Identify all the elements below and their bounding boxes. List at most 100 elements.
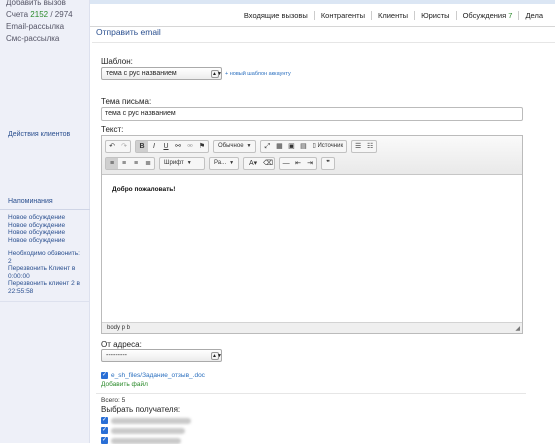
chevron-down-icon: ▲▼ (211, 70, 222, 78)
source-label: Источник (317, 143, 344, 149)
accounts-total: 2974 (54, 10, 73, 19)
tab-counterparties[interactable]: Контрагенты (313, 11, 371, 20)
reminder-item[interactable]: Новое обсуждение (8, 229, 82, 237)
from-select-value: --------- (106, 352, 127, 359)
tab-incoming-calls[interactable]: Входящие вызовы (238, 11, 314, 20)
image-icon[interactable]: ▣ (285, 141, 297, 152)
maximize-icon[interactable]: ⤢ (261, 141, 273, 152)
tab-clients[interactable]: Клиенты (370, 11, 414, 20)
source-doc-icon: ▯ (312, 143, 316, 149)
reminders-panel: Напоминания Новое обсуждение Новое обсуж… (0, 198, 90, 302)
format-combo[interactable]: Обычное ▼ (213, 140, 257, 153)
sidebar-divider (0, 301, 90, 302)
color-group: A▾ ⌫ (243, 157, 276, 170)
callback-item[interactable]: Перезвонить Клиент в 0:00:00 (8, 265, 82, 280)
template-select[interactable]: тема с рус названием ▲▼ (101, 67, 222, 80)
callback-time: 22:55:58 (8, 287, 34, 295)
resize-handle-icon[interactable]: ◢ (515, 324, 520, 334)
total-count: Всего: 5 (101, 397, 126, 404)
reminder-item[interactable]: Новое обсуждение (8, 222, 82, 230)
from-select[interactable]: --------- ▲▼ (101, 349, 222, 362)
callback-item[interactable]: Перезвонить клиент 2 в 22:55:58 (8, 280, 82, 295)
bold-icon[interactable]: B (136, 141, 148, 152)
add-file-link[interactable]: Добавить файл (101, 381, 148, 388)
recipient-checkbox[interactable]: ✓ (101, 427, 108, 434)
anchor-flag-icon[interactable]: ⚑ (196, 141, 208, 152)
remove-format-icon[interactable]: ⌫ (262, 158, 274, 169)
page-title: Отправить email (96, 27, 161, 37)
template-select-value: тема с рус названием (106, 70, 177, 77)
callback-line: Перезвонить клиент 2 в (8, 280, 80, 287)
sidebar: Добавить вызов Счета 2152 / 2974 Email-р… (0, 0, 90, 443)
chevron-down-icon: ▲▼ (211, 352, 222, 360)
editor-status-bar: body p b ◢ (102, 322, 522, 333)
align-right-icon[interactable]: ≡ (130, 158, 142, 169)
tab-discussions-label: Обсуждения (462, 11, 507, 20)
horizontal-rule-icon[interactable]: — (280, 158, 292, 169)
source-button[interactable]: ▯ Источник (309, 141, 346, 152)
redo-icon[interactable]: ↷ (118, 141, 130, 152)
bulleted-list-icon[interactable]: ☷ (364, 141, 376, 152)
editor-toolbar: ↶ ↷ B I U ⚯ ⚮ ⚑ Обычное ▼ ⤢ ▦ ▣ ▤ ▯ Источ… (102, 136, 522, 175)
new-template-link[interactable]: + новый шаблон аккаунту (225, 71, 291, 77)
toolbar-row-2: ≡ ≡ ≡ ≣ Шрифт ▼ Ра... ▼ A▾ ⌫ — ⇤ ⇥ ❞ (105, 157, 339, 170)
reminder-item[interactable]: Новое обсуждение (8, 237, 82, 245)
rich-text-editor: ↶ ↷ B I U ⚯ ⚮ ⚑ Обычное ▼ ⤢ ▦ ▣ ▤ ▯ Источ… (101, 135, 523, 334)
choose-recipients-label: Выбрать получателя: (101, 405, 181, 414)
template-icon[interactable]: ▤ (297, 141, 309, 152)
underline-icon[interactable]: U (160, 141, 172, 152)
recipient-email-redacted (111, 428, 185, 434)
align-center-icon[interactable]: ≡ (118, 158, 130, 169)
font-combo-label: Шрифт (164, 160, 184, 166)
undo-icon[interactable]: ↶ (106, 141, 118, 152)
discussions-count-badge: 7 (508, 11, 513, 20)
sms-mailing-link[interactable]: Смс-рассылка (6, 33, 83, 45)
text-label: Текст: (101, 125, 124, 134)
text-color-icon[interactable]: A▾ (244, 158, 262, 169)
attached-file-link[interactable]: e_sh_files/Задание_отзыв_.doc (111, 372, 205, 379)
template-label: Шаблон: (101, 57, 133, 66)
italic-icon[interactable]: I (148, 141, 160, 152)
recipient-checkbox[interactable]: ✓ (101, 417, 108, 424)
email-mailing-link[interactable]: Email-рассылка (6, 21, 83, 33)
tab-discussions[interactable]: Обсуждения 7 (455, 11, 519, 20)
size-combo[interactable]: Ра... ▼ (209, 157, 240, 170)
editor-body[interactable]: Добро пожаловать! (102, 176, 522, 322)
recipient-email-redacted (111, 418, 191, 424)
subject-label: Тема письма: (101, 97, 152, 106)
add-call-link[interactable]: Добавить вызов (6, 0, 83, 9)
outdent-icon[interactable]: ⇤ (292, 158, 304, 169)
accounts-current: 2152 (30, 10, 49, 19)
tab-cases[interactable]: Дела (518, 11, 549, 20)
accounts-link[interactable]: Счета 2152 / 2974 (6, 9, 83, 21)
need-call-text: Необходимо обзвонить: 2 (8, 250, 80, 265)
indent-icon[interactable]: ⇥ (304, 158, 316, 169)
unlink-icon[interactable]: ⚮ (184, 141, 196, 152)
align-group: ≡ ≡ ≡ ≣ (105, 157, 155, 170)
subject-input[interactable]: тема с рус названием (101, 107, 523, 121)
numbered-list-icon[interactable]: ☰ (352, 141, 364, 152)
tab-lawyers[interactable]: Юристы (414, 11, 456, 20)
chevron-down-icon: ▼ (246, 143, 252, 149)
reminders-title[interactable]: Напоминания (0, 198, 90, 210)
format-combo-label: Обычное (218, 143, 244, 149)
file-checkbox[interactable]: ✓ (101, 372, 108, 379)
element-path: body p b (107, 325, 131, 331)
quote-group: ❞ (321, 157, 336, 170)
recipients-divider (96, 393, 526, 394)
history-group: ↶ ↷ (105, 140, 131, 153)
accounts-label: Счета (6, 10, 29, 19)
client-actions-link[interactable]: Действия клиентов (8, 131, 70, 138)
from-label: От адреса: (101, 340, 142, 349)
text-style-group: B I U ⚯ ⚮ ⚑ (135, 140, 209, 153)
align-left-icon[interactable]: ≡ (106, 158, 118, 169)
editor-content: Добро пожаловать! (112, 186, 176, 193)
link-icon[interactable]: ⚯ (172, 141, 184, 152)
reminders-list: Новое обсуждение Новое обсуждение Новое … (0, 210, 90, 295)
font-combo[interactable]: Шрифт ▼ (159, 157, 205, 170)
table-icon[interactable]: ▦ (273, 141, 285, 152)
reminder-item[interactable]: Новое обсуждение (8, 214, 82, 222)
accounts-separator: / (50, 10, 53, 19)
quote-icon[interactable]: ❞ (322, 158, 334, 169)
align-justify-icon[interactable]: ≣ (142, 158, 154, 169)
